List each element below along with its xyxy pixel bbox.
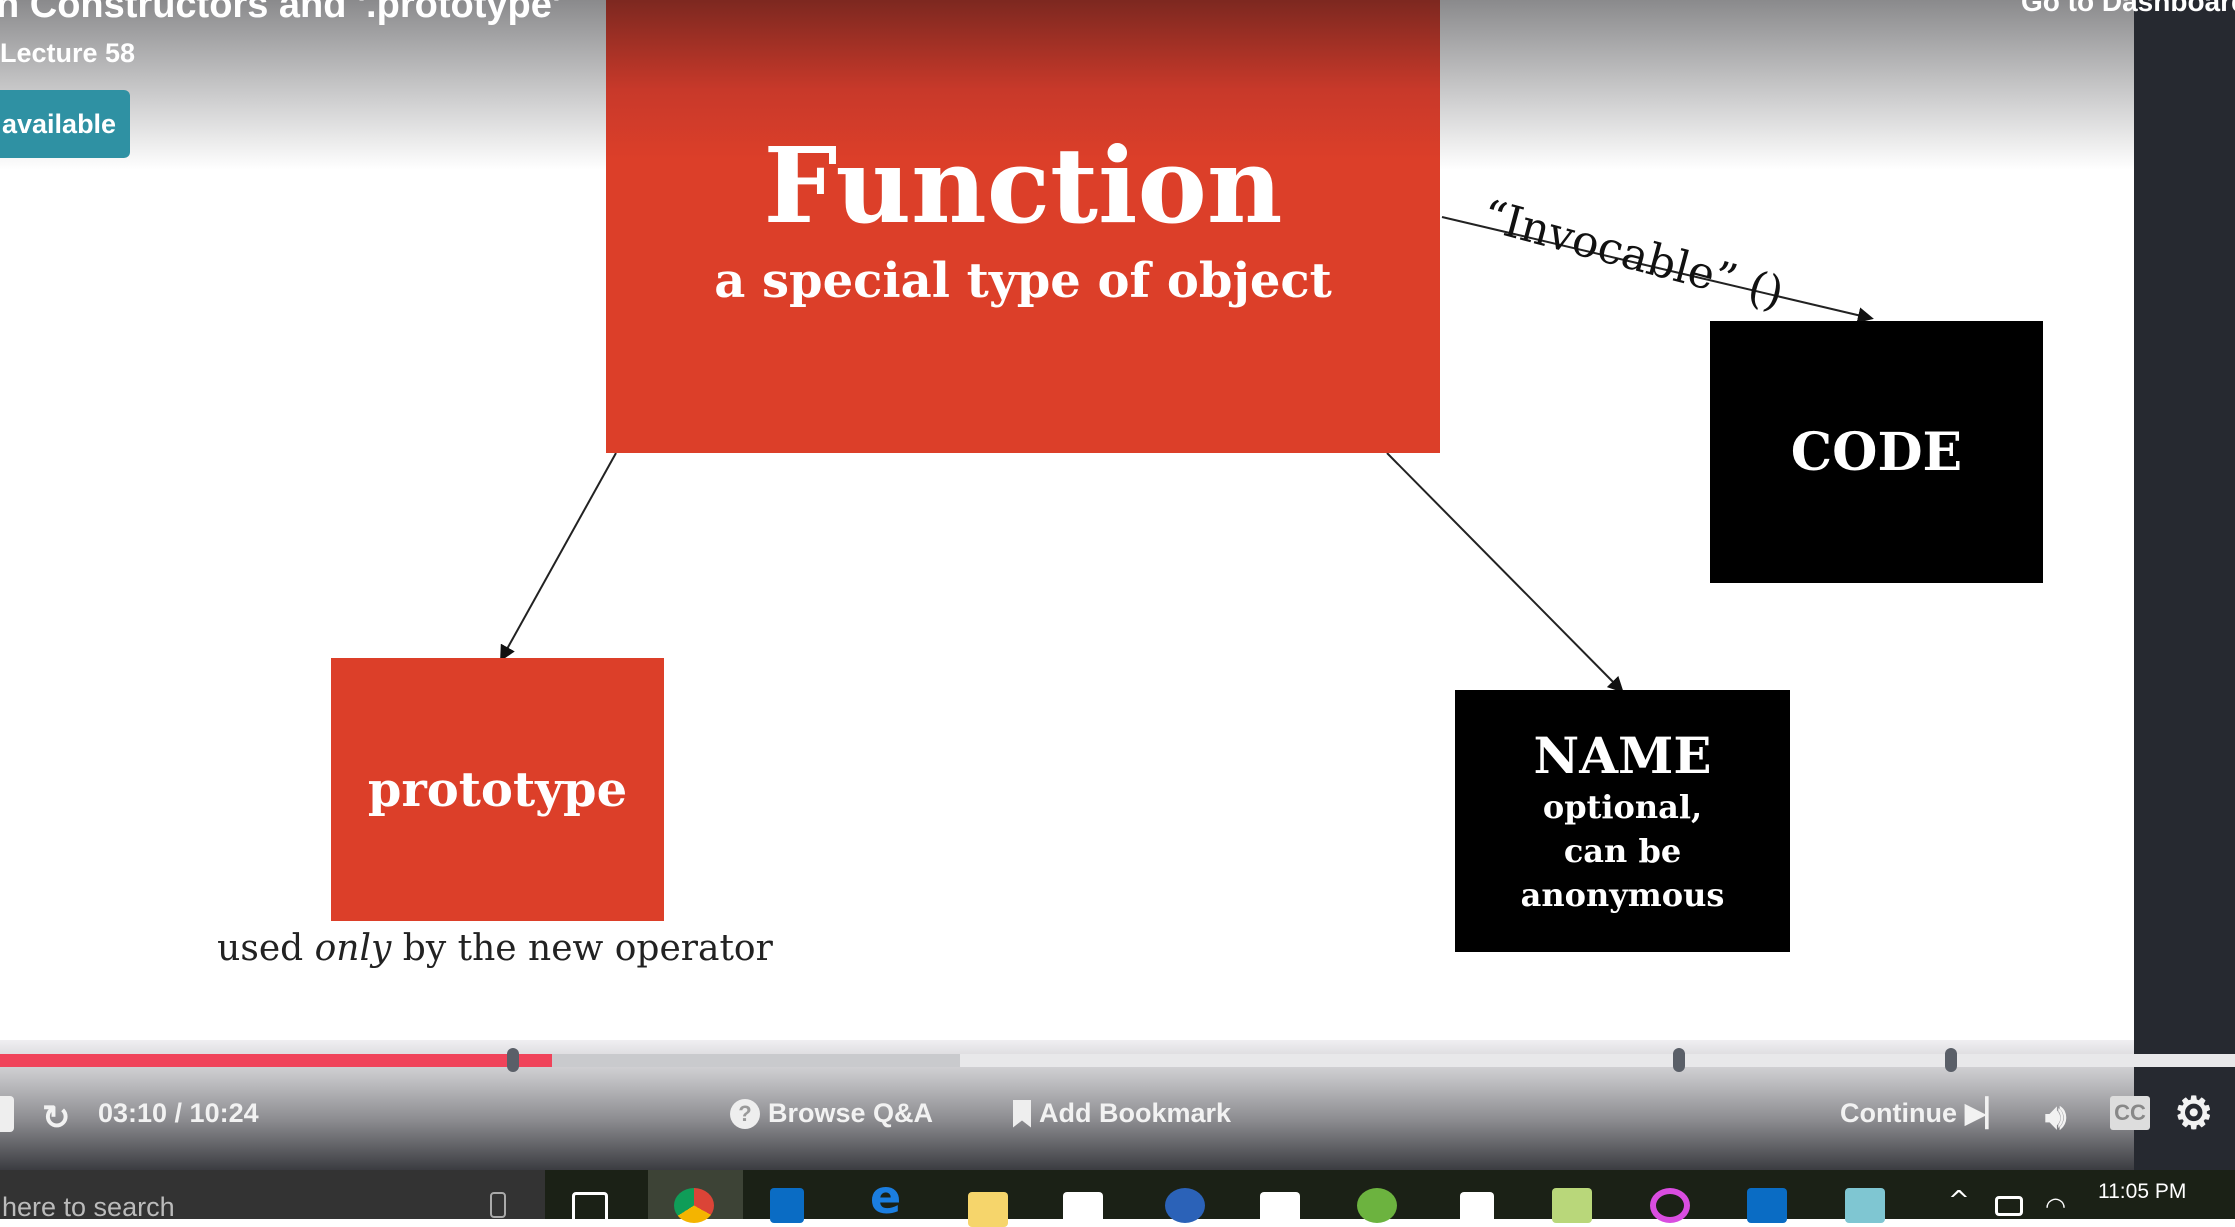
bookmark-icon	[1013, 1099, 1031, 1128]
skip-next-icon: ▶▏	[1964, 1098, 2007, 1128]
progress-bar[interactable]	[0, 1054, 2235, 1067]
notepad-icon[interactable]	[1845, 1188, 1885, 1223]
browse-qa-label: Browse Q&A	[768, 1098, 934, 1128]
gear-icon: ⚙︎	[2174, 1089, 2214, 1138]
lecture-number: Lecture 58	[0, 38, 136, 68]
chrome-icon	[674, 1188, 714, 1223]
captions-button[interactable]: CC	[2110, 1096, 2150, 1130]
prototype-caption: used only by the new operator	[200, 928, 790, 969]
continue-label: Continue	[1840, 1098, 1957, 1128]
microphone-icon[interactable]	[490, 1192, 506, 1218]
outlook-icon[interactable]	[1747, 1188, 1787, 1223]
play-button[interactable]	[0, 1096, 14, 1132]
rewind-button[interactable]: ↻	[42, 1098, 71, 1138]
name-line: anonymous	[1520, 875, 1725, 914]
continue-button[interactable]: Continue ▶▏	[1840, 1098, 2007, 1129]
function-subtitle: a special type of object	[714, 253, 1332, 309]
file-explorer-icon[interactable]	[968, 1192, 1008, 1227]
store-icon[interactable]	[1260, 1192, 1300, 1227]
tray-chevron-icon[interactable]: ^	[1948, 1186, 1988, 1221]
spring-icon[interactable]	[1357, 1188, 1397, 1223]
bookmark-marker[interactable]	[1673, 1048, 1685, 1072]
battery-icon[interactable]	[1995, 1196, 2023, 1216]
function-box: Function a special type of object	[606, 0, 1440, 453]
task-view-icon[interactable]	[572, 1192, 608, 1227]
volume-button[interactable]: 🔊︎	[2045, 1098, 2066, 1137]
add-bookmark-label: Add Bookmark	[1039, 1098, 1232, 1128]
taskbar-clock[interactable]: 11:05 PM	[2098, 1180, 2186, 1204]
add-bookmark-button[interactable]: Add Bookmark	[1013, 1098, 1231, 1129]
arrow-to-prototype	[500, 452, 617, 662]
caption-text: used	[217, 928, 315, 969]
bookmark-marker[interactable]	[1945, 1048, 1957, 1072]
volume-icon: 🔊︎	[2045, 1098, 2067, 1136]
taskbar-search[interactable]: here to search	[0, 1170, 545, 1222]
prototype-box: prototype	[331, 658, 664, 921]
course-title: n Constructors and '.prototype'	[0, 0, 561, 26]
app-icon[interactable]	[1165, 1188, 1205, 1223]
browse-qa-button[interactable]: ? Browse Q&A	[730, 1098, 933, 1129]
scrubber-handle[interactable]	[507, 1048, 519, 1072]
mail-icon[interactable]	[1063, 1192, 1103, 1227]
caption-emphasis: only	[314, 928, 392, 969]
notepad-plus-icon[interactable]	[1552, 1188, 1592, 1223]
wifi-icon[interactable]: ◠	[2045, 1192, 2085, 1227]
app-icon[interactable]	[1650, 1188, 1690, 1223]
name-title: NAME	[1533, 725, 1712, 785]
name-line: can be	[1563, 831, 1682, 870]
settings-button[interactable]: ⚙︎	[2174, 1088, 2213, 1139]
chrome-taskbar-item[interactable]	[648, 1170, 743, 1223]
available-button[interactable]: available	[0, 90, 130, 158]
name-line: optional,	[1542, 787, 1703, 826]
video-player[interactable]: Function a special type of object “Invoc…	[0, 0, 2134, 1170]
code-box: CODE	[1710, 321, 2043, 583]
windows-taskbar: here to search e ^ ◠ 11:05 PM	[0, 1170, 2235, 1227]
question-icon: ?	[730, 1098, 760, 1129]
arrow-to-name	[1386, 452, 1624, 693]
played-bar	[0, 1054, 552, 1067]
app-icon[interactable]	[1460, 1192, 1494, 1227]
caption-text: by the new operator	[391, 928, 773, 969]
sidebar-strip	[2134, 0, 2235, 1170]
rewind-icon: ↻	[42, 1099, 71, 1137]
name-box: NAME optional, can be anonymous	[1455, 690, 1790, 952]
function-title: Function	[763, 124, 1283, 247]
time-display: 03:10 / 10:24	[98, 1098, 259, 1128]
vscode-icon[interactable]	[770, 1188, 804, 1223]
dashboard-link[interactable]: Go to Dashboard	[2021, 0, 2235, 18]
edge-icon[interactable]: e	[870, 1170, 910, 1224]
